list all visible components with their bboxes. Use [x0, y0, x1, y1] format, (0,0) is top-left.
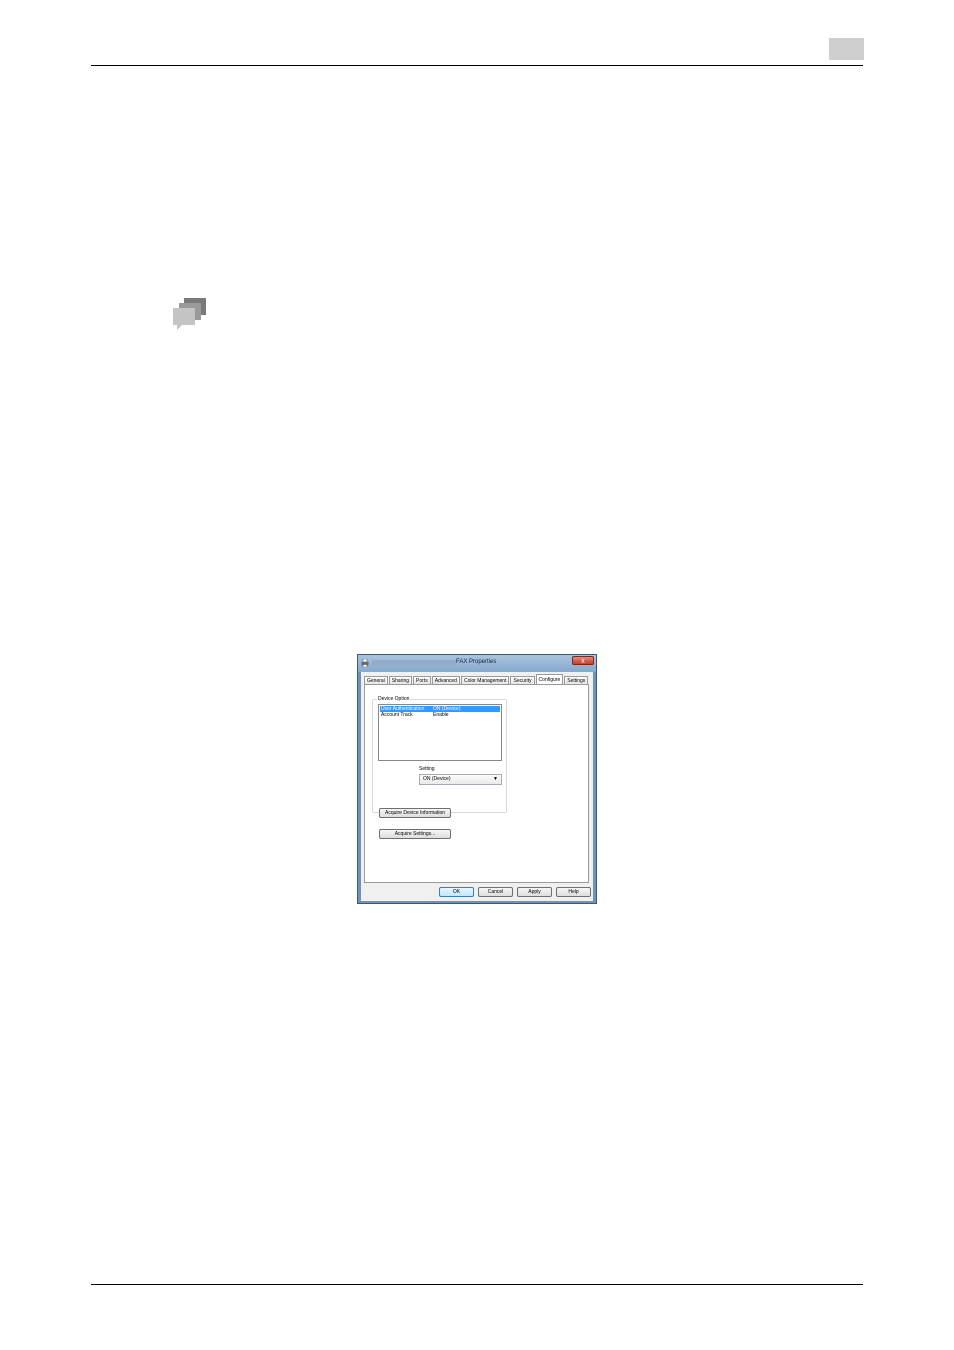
dialog-title: FAX Properties: [456, 659, 497, 665]
acquire-device-information-button[interactable]: Acquire Device Information: [379, 808, 451, 818]
acquire-settings-button[interactable]: Acquire Settings...: [379, 829, 451, 839]
ok-button[interactable]: OK: [439, 887, 474, 897]
setting-value: ON (Device): [423, 776, 451, 782]
printer-icon: [361, 659, 369, 667]
help-button[interactable]: Help: [556, 887, 591, 897]
device-option-list[interactable]: User Authentication ON (Device) Account …: [378, 704, 502, 761]
header-rule: [91, 65, 863, 66]
setting-label: Setting: [419, 766, 435, 772]
device-option-label: Device Option: [377, 696, 411, 702]
dialog-client-area: General Sharing Ports Advanced Color Man…: [361, 672, 593, 901]
list-item[interactable]: Account Track Enable: [380, 712, 500, 718]
title-bar[interactable]: FAX Properties x: [358, 655, 596, 672]
setting-dropdown[interactable]: ON (Device) ▼: [419, 774, 502, 785]
configure-panel: Device Option User Authentication ON (De…: [364, 684, 589, 883]
redacted-printer-name: [372, 660, 456, 666]
option-value: Enable: [433, 712, 449, 718]
fax-properties-dialog: FAX Properties x General Sharing Ports A…: [357, 654, 597, 904]
cancel-button[interactable]: Cancel: [478, 887, 513, 897]
option-name: Account Track: [381, 712, 413, 718]
apply-button[interactable]: Apply: [517, 887, 552, 897]
dropdown-arrow-icon: ▼: [493, 776, 498, 782]
device-option-group: Device Option User Authentication ON (De…: [372, 696, 507, 813]
footer-rule: [91, 1284, 863, 1285]
tips-icon: [173, 298, 206, 330]
close-button[interactable]: x: [572, 656, 594, 665]
chapter-number-box: [829, 38, 864, 60]
